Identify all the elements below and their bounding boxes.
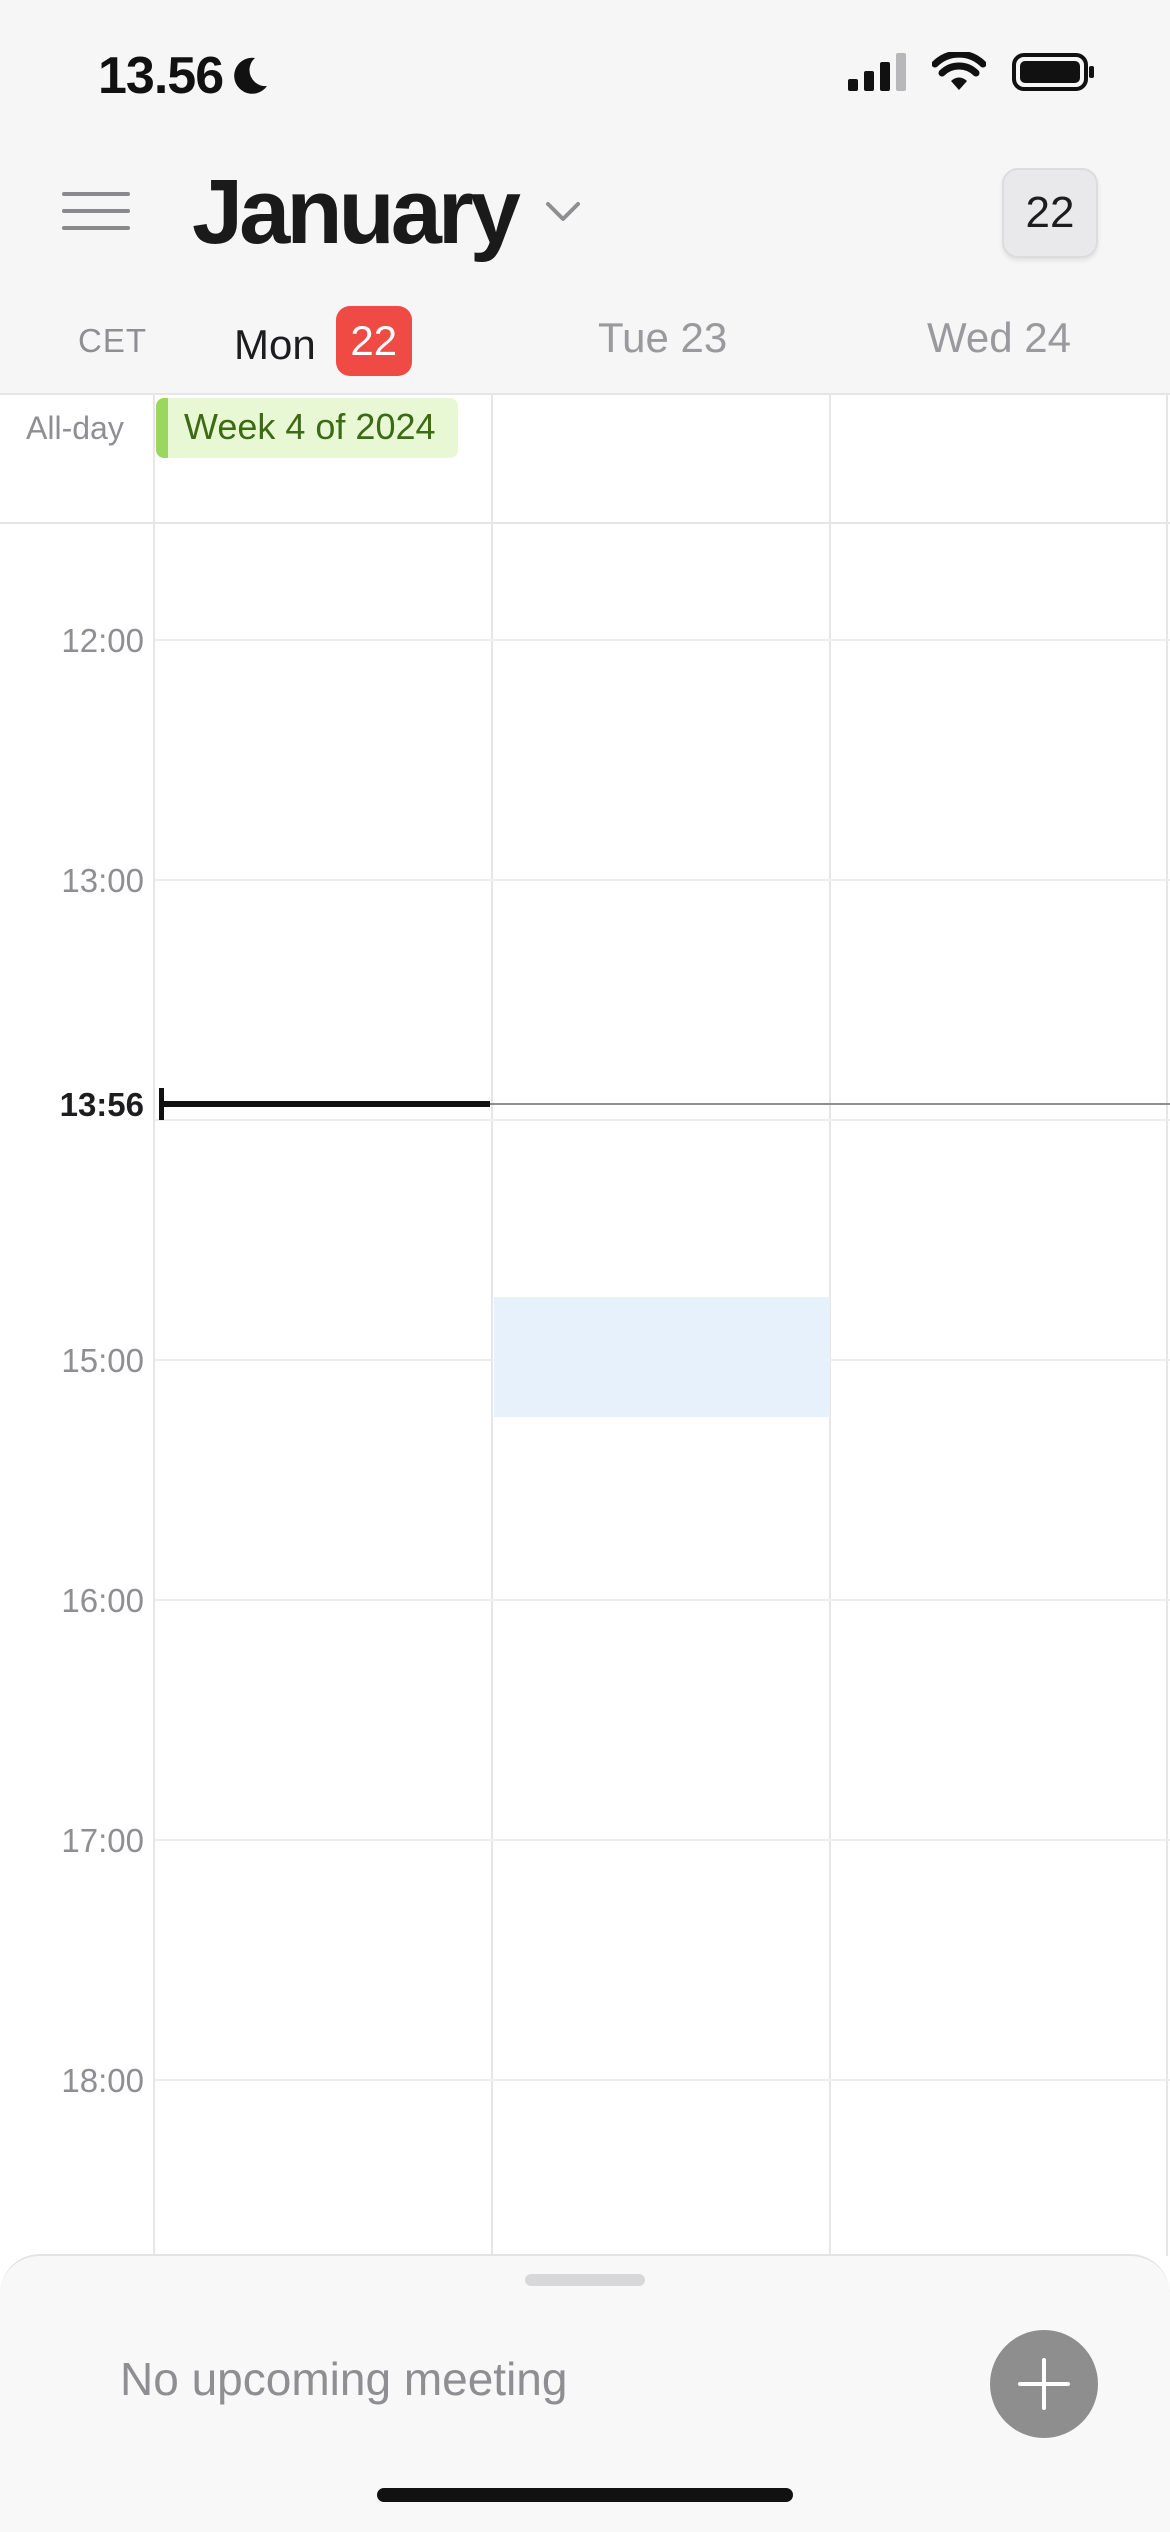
allday-divider [0, 522, 1170, 524]
day-header-wed[interactable]: Wed 24 [927, 314, 1071, 362]
hour-label: 18:00 [61, 2062, 144, 2099]
battery-icon [1012, 53, 1094, 91]
day-header-tue[interactable]: Tue 23 [598, 314, 727, 362]
column-divider [153, 394, 155, 2256]
add-event-button[interactable] [990, 2330, 1098, 2438]
moon-icon [234, 57, 268, 94]
status-time-text: 13.56 [98, 47, 224, 105]
status-icons [848, 52, 1094, 92]
status-time: 13.56 [98, 46, 269, 106]
timezone-label: CET [78, 322, 147, 359]
plus-icon [1018, 2358, 1070, 2410]
chevron-down-icon[interactable] [544, 200, 582, 224]
home-indicator [377, 2488, 793, 2502]
current-time-line [160, 1101, 490, 1107]
today-button[interactable]: 22 [1002, 168, 1098, 258]
hour-gridline [154, 879, 1170, 881]
today-date-badge: 22 [335, 306, 412, 376]
hour-gridline [154, 639, 1170, 641]
current-time-label: 13:56 [59, 1086, 144, 1123]
cellular-signal-icon [848, 53, 906, 91]
sheet-grabber[interactable] [525, 2274, 645, 2286]
allday-label: All-day [26, 410, 124, 446]
hour-gridline [154, 1839, 1170, 1841]
time-selection-block[interactable] [494, 1297, 830, 1417]
hour-label: 13:00 [61, 862, 144, 899]
hour-label: 12:00 [61, 622, 144, 659]
hour-label: 16:00 [61, 1582, 144, 1619]
column-divider [491, 394, 493, 2256]
hour-gridline [154, 1119, 1170, 1121]
wifi-icon [932, 52, 986, 90]
top-bar: 13.56 January 22 CET Mon 22 Tue 23 Wed 2… [0, 0, 1170, 394]
month-title[interactable]: January [192, 160, 521, 265]
column-divider [1166, 394, 1168, 2256]
hour-gridline [154, 1599, 1170, 1601]
header-divider [0, 393, 1170, 395]
hour-gridline [154, 2079, 1170, 2081]
hour-label: 15:00 [61, 1342, 144, 1379]
day-weekday: Mon [234, 321, 316, 368]
day-header-mon[interactable]: Mon 22 [234, 306, 412, 376]
hour-label: 17:00 [61, 1822, 144, 1859]
allday-event[interactable]: Week 4 of 2024 [156, 398, 458, 458]
current-time-line-extension [490, 1103, 1170, 1105]
hamburger-menu-icon[interactable] [62, 188, 130, 234]
upcoming-meeting-status: No upcoming meeting [120, 2353, 568, 2405]
